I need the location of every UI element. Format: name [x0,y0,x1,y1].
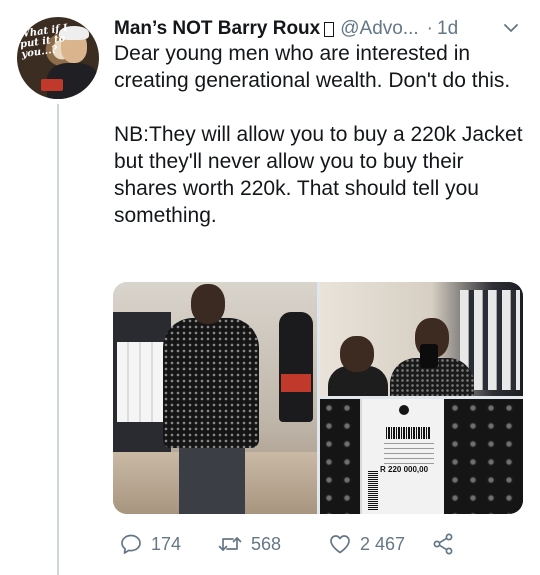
display-name[interactable]: Man’s NOT Barry Roux [114,18,320,40]
studded-jacket [163,318,259,448]
side-barcode [368,471,378,511]
thread-line [57,104,59,575]
user-handle[interactable]: @Advo... [340,18,418,40]
head [191,284,225,324]
reply-button[interactable]: 174 [119,532,181,556]
tweet-text: Dear young men who are interested in cre… [114,42,523,227]
header-separator: · [426,18,433,39]
like-icon [330,535,350,554]
tweet-header: Man’s NOT Barry Roux @Advo... · 1d [114,15,524,43]
tweet: What if I put it to you...? Man’s NOT Ba… [0,0,540,575]
like-button[interactable]: 2 467 [328,532,405,556]
photo-mirror-selfie[interactable] [320,282,523,396]
red-shorts [281,374,311,392]
price-tag: R 220 000,00 [360,399,444,514]
tag-hole [399,405,409,415]
emoji-placeholder-icon [324,21,335,37]
avatar-badge [41,79,63,91]
reply-count: 174 [151,533,182,554]
like-count: 2 467 [360,533,406,554]
tag-price: R 220 000,00 [380,465,429,474]
phone [420,344,438,368]
retweet-count: 568 [251,533,282,554]
retweet-button[interactable]: 568 [217,532,281,556]
retweet-icon [218,537,242,551]
media-grid: R 220 000,00 [113,282,523,514]
share-icon [433,533,453,555]
white-shirts [117,342,165,422]
mannequin [279,312,313,422]
tweet-actions: 174 568 2 467 [113,530,523,558]
avatar[interactable]: What if I put it to you...? [17,17,99,99]
barcode [386,427,430,439]
share-button[interactable] [431,532,455,556]
photo-man-in-jacket[interactable] [113,282,317,514]
photo-price-tag[interactable]: R 220 000,00 [320,399,523,514]
chevron-down-icon[interactable] [502,19,520,37]
tag-details [384,443,434,465]
timestamp[interactable]: 1d [437,18,458,40]
seated-man-head [340,336,374,372]
reply-icon [121,534,141,554]
jeans [179,442,245,514]
